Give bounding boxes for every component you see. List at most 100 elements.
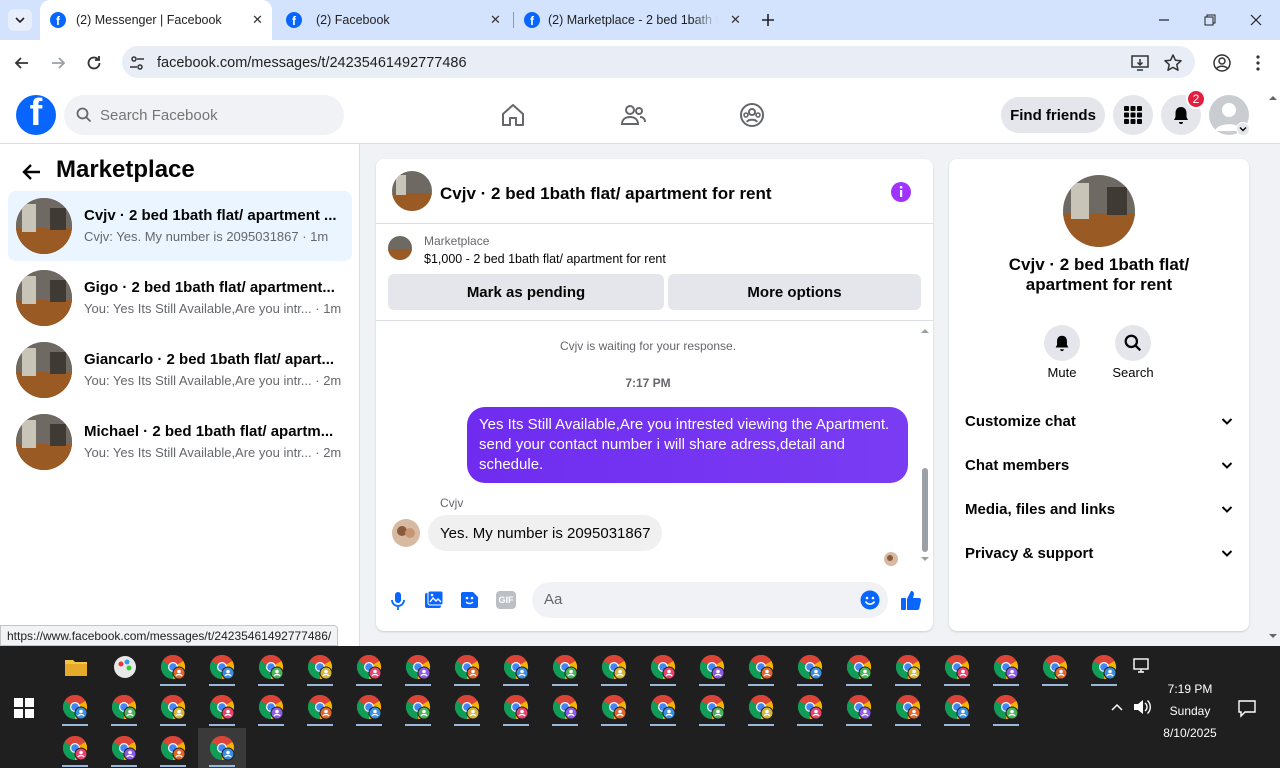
chrome-profile-icon[interactable] <box>601 654 627 686</box>
chrome-profile-icon[interactable] <box>1042 654 1068 686</box>
chrome-profile-icon[interactable] <box>209 654 235 686</box>
incoming-message-bubble[interactable]: Yes. My number is 2095031867 <box>428 515 663 551</box>
chat-members-section[interactable]: Chat members <box>965 443 1233 487</box>
facebook-search-bar[interactable] <box>64 95 344 135</box>
chrome-profile-icon[interactable] <box>62 694 88 726</box>
install-app-icon[interactable] <box>1130 53 1150 73</box>
search-input[interactable] <box>100 95 330 135</box>
windows-start-icon[interactable] <box>14 698 34 718</box>
chrome-profile-icon[interactable] <box>748 694 774 726</box>
action-center-icon[interactable] <box>1237 698 1257 718</box>
close-icon[interactable]: ✕ <box>490 12 501 28</box>
reload-button[interactable] <box>84 53 104 73</box>
chrome-profile-icon[interactable] <box>552 694 578 726</box>
more-options-button[interactable]: More options <box>668 274 921 310</box>
microphone-icon[interactable] <box>390 591 406 611</box>
friends-nav-icon[interactable] <box>620 102 646 128</box>
back-button[interactable] <box>12 53 32 73</box>
privacy-support-section[interactable]: Privacy & support <box>965 531 1233 575</box>
chrome-profile-icon[interactable] <box>699 694 725 726</box>
chrome-profile-icon[interactable] <box>944 694 970 726</box>
chrome-profile-icon[interactable] <box>748 654 774 686</box>
menu-button[interactable] <box>1113 95 1153 135</box>
chrome-profile-icon[interactable] <box>62 735 88 767</box>
facebook-logo[interactable]: f <box>16 95 56 135</box>
chrome-profile-icon[interactable] <box>797 654 823 686</box>
chrome-profile-icon[interactable] <box>552 654 578 686</box>
chrome-profile-icon[interactable] <box>356 694 382 726</box>
chrome-profile-icon[interactable] <box>209 694 235 726</box>
close-window-button[interactable] <box>1233 0 1279 40</box>
chrome-profile-icon[interactable] <box>160 654 186 686</box>
chrome-profile-icon[interactable] <box>503 694 529 726</box>
sender-avatar[interactable] <box>392 519 420 547</box>
sticker-icon[interactable] <box>460 590 480 610</box>
chrome-profile-icon[interactable] <box>258 694 284 726</box>
browser-tab-marketplace[interactable]: f (2) Marketplace - 2 bed 1bath fl ✕ <box>516 0 746 40</box>
back-arrow-button[interactable] <box>20 160 44 184</box>
close-icon[interactable]: ✕ <box>252 12 263 28</box>
chrome-profile-icon[interactable] <box>503 654 529 686</box>
outgoing-message-bubble[interactable]: Yes Its Still Available,Are you intreste… <box>467 407 908 483</box>
forward-button[interactable] <box>48 53 68 73</box>
chat-info-button[interactable] <box>890 181 912 203</box>
chrome-profile-icon[interactable] <box>846 694 872 726</box>
chrome-profile-icon[interactable] <box>895 654 921 686</box>
search-in-chat-button[interactable] <box>1115 325 1151 361</box>
chrome-profile-icon[interactable] <box>1091 654 1117 686</box>
tab-search-button[interactable] <box>8 9 32 31</box>
profile-icon[interactable] <box>1212 53 1232 73</box>
gif-button[interactable]: GIF <box>496 591 516 609</box>
page-scrollbar[interactable] <box>1266 90 1280 646</box>
conversation-item[interactable]: Gigo · 2 bed 1bath flat/ apartment... Yo… <box>8 263 352 333</box>
minimize-button[interactable] <box>1141 0 1187 40</box>
chrome-profile-icon[interactable] <box>454 694 480 726</box>
photo-icon[interactable] <box>424 590 444 610</box>
groups-nav-icon[interactable] <box>739 102 765 128</box>
chrome-profile-icon[interactable] <box>650 654 676 686</box>
chrome-profile-icon[interactable] <box>993 654 1019 686</box>
listing-detail[interactable]: $1,000 - 2 bed 1bath flat/ apartment for… <box>424 252 666 266</box>
emoji-icon[interactable] <box>860 590 880 610</box>
chrome-profile-icon[interactable] <box>797 694 823 726</box>
system-clock[interactable]: 7:19 PM Sunday 8/10/2025 <box>1160 678 1220 744</box>
chrome-profile-icon[interactable] <box>944 654 970 686</box>
chrome-profile-icon[interactable] <box>111 735 137 767</box>
conversation-item[interactable]: Michael · 2 bed 1bath flat/ apartm... Yo… <box>8 407 352 477</box>
chrome-profile-icon[interactable] <box>405 654 431 686</box>
chrome-profile-icon[interactable] <box>356 654 382 686</box>
chrome-profile-icon[interactable] <box>846 654 872 686</box>
chrome-profile-icon[interactable] <box>454 654 480 686</box>
like-button[interactable] <box>900 589 922 611</box>
browser-menu-icon[interactable] <box>1248 53 1268 73</box>
chrome-profile-icon[interactable] <box>160 735 186 767</box>
chrome-profile-icon[interactable] <box>209 735 235 767</box>
show-hidden-icons-chevron[interactable] <box>1110 700 1124 714</box>
chrome-profile-icon[interactable] <box>160 694 186 726</box>
chat-avatar[interactable] <box>392 171 432 211</box>
chrome-profile-icon[interactable] <box>258 654 284 686</box>
new-tab-button[interactable] <box>756 9 780 31</box>
account-menu-chevron[interactable] <box>1236 122 1250 136</box>
browser-tab-facebook[interactable]: f (2) Facebook ✕ <box>278 0 506 40</box>
chrome-profile-icon[interactable] <box>307 694 333 726</box>
customize-chat-section[interactable]: Customize chat <box>965 399 1233 443</box>
listing-avatar-large[interactable] <box>1063 175 1135 247</box>
conversation-item[interactable]: Cvjv · 2 bed 1bath flat/ apartment ... C… <box>8 191 352 261</box>
chrome-profile-icon[interactable] <box>307 654 333 686</box>
chrome-profile-icon[interactable] <box>405 694 431 726</box>
volume-icon[interactable] <box>1132 698 1152 716</box>
network-icon[interactable] <box>1131 657 1151 675</box>
file-explorer-icon[interactable] <box>64 656 88 678</box>
chrome-profile-icon[interactable] <box>699 654 725 686</box>
chrome-profile-icon[interactable] <box>650 694 676 726</box>
paint-app-icon[interactable] <box>112 654 138 680</box>
chrome-profile-icon[interactable] <box>993 694 1019 726</box>
message-input[interactable]: Aa <box>532 582 888 618</box>
chrome-profile-icon[interactable] <box>601 694 627 726</box>
restore-button[interactable] <box>1187 0 1233 40</box>
find-friends-button[interactable]: Find friends <box>1001 97 1105 133</box>
bookmark-star-icon[interactable] <box>1163 53 1183 73</box>
conversation-item[interactable]: Giancarlo · 2 bed 1bath flat/ apart... Y… <box>8 335 352 405</box>
close-icon[interactable]: ✕ <box>730 12 741 28</box>
